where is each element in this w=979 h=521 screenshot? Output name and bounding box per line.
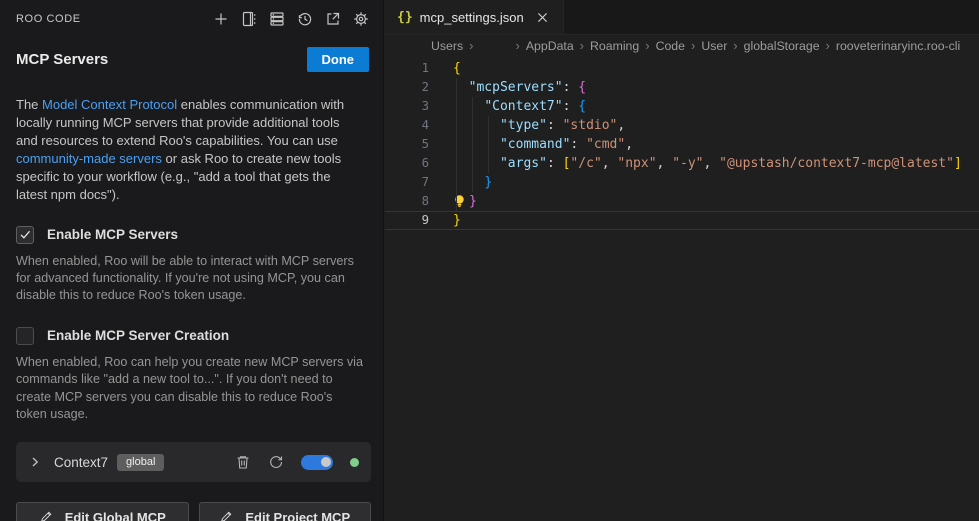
line-number: 2: [385, 78, 429, 97]
edit-global-mcp-label: Edit Global MCP: [65, 510, 166, 521]
json-file-icon: {}: [397, 10, 413, 25]
title-row: MCP Servers Done: [0, 27, 383, 72]
breadcrumb-item[interactable]: Users: [431, 39, 463, 53]
enable-mcp-server-creation-description: When enabled, Roo can help you create ne…: [16, 354, 363, 424]
code-line[interactable]: 9}: [385, 211, 979, 230]
breadcrumb-item[interactable]: User: [701, 39, 727, 53]
server-stack-icon[interactable]: [268, 10, 285, 27]
gear-icon[interactable]: [352, 10, 369, 27]
page-title: MCP Servers: [16, 51, 108, 68]
code-line[interactable]: 6 "args": ["/c", "npx", "-y", "@upstash/…: [385, 154, 979, 173]
brand-label: ROO CODE: [16, 13, 81, 25]
line-content: "type": "stdio",: [429, 116, 625, 135]
indent-guide: [456, 78, 457, 211]
code-lines: 1{2 "mcpServers": {3 "Context7": {4 "typ…: [385, 59, 979, 230]
line-number: 7: [385, 173, 429, 192]
edit-project-mcp-button[interactable]: Edit Project MCP: [199, 502, 372, 521]
tab-mcp-settings-json[interactable]: {} mcp_settings.json: [385, 0, 564, 34]
code-editor[interactable]: 1{2 "mcpServers": {3 "Context7": {4 "typ…: [385, 56, 979, 230]
line-number: 8: [385, 192, 429, 211]
community-made-servers-link[interactable]: community-made servers: [16, 151, 162, 166]
breadcrumb-separator: ›: [645, 38, 649, 53]
enable-mcp-servers-label: Enable MCP Servers: [47, 227, 178, 242]
app-window: ROO CODE MCP Servers Done: [0, 0, 979, 521]
footer-buttons: Edit Global MCP Edit Project MCP: [16, 502, 371, 521]
scope-badge: global: [117, 454, 164, 471]
line-number: 4: [385, 116, 429, 135]
line-content: {: [429, 59, 461, 78]
notebook-icon[interactable]: [240, 10, 257, 27]
enable-mcp-server-creation-section: Enable MCP Server Creation When enabled,…: [0, 305, 383, 424]
trash-icon[interactable]: [235, 454, 251, 470]
status-dot: [350, 458, 359, 467]
intro-text: The: [16, 97, 42, 112]
open-external-icon[interactable]: [324, 10, 341, 27]
enable-mcp-servers-description: When enabled, Roo will be able to intera…: [16, 253, 363, 305]
line-content: "Context7": {: [429, 97, 586, 116]
line-content: }: [429, 173, 492, 192]
breadcrumb-separator: ›: [469, 38, 473, 53]
code-line[interactable]: 1{: [385, 59, 979, 78]
chevron-right-icon[interactable]: [28, 455, 42, 469]
tab-bar: {} mcp_settings.json: [385, 0, 979, 35]
edit-project-mcp-label: Edit Project MCP: [245, 510, 350, 521]
check-icon: [19, 228, 32, 241]
mcp-server-row[interactable]: Context7 global: [16, 442, 371, 482]
indent-guide: [488, 116, 489, 173]
breadcrumb-separator: ›: [826, 38, 830, 53]
breadcrumb-separator: ›: [733, 38, 737, 53]
breadcrumb-item[interactable]: AppData: [526, 39, 574, 53]
breadcrumb-separator: ›: [691, 38, 695, 53]
model-context-protocol-link[interactable]: Model Context Protocol: [42, 97, 177, 112]
history-icon[interactable]: [296, 10, 313, 27]
breadcrumb: Users › › AppData › Roaming › Code › User › globalS…: [385, 35, 979, 56]
breadcrumb-item[interactable]: globalStorage: [744, 39, 820, 53]
intro-paragraph: The Model Context Protocol enables commu…: [0, 72, 383, 204]
breadcrumb-separator: ›: [515, 38, 519, 53]
server-enabled-toggle[interactable]: [301, 455, 333, 470]
enable-mcp-server-creation-checkbox[interactable]: [16, 327, 34, 345]
done-button[interactable]: Done: [307, 47, 370, 72]
code-line[interactable]: 7 }: [385, 173, 979, 192]
toggle-knob: [321, 457, 331, 467]
line-content: "mcpServers": {: [429, 78, 586, 97]
line-number: 9: [385, 212, 429, 229]
line-content: "command": "cmd",: [429, 135, 633, 154]
enable-mcp-servers-checkbox[interactable]: [16, 226, 34, 244]
line-content: "args": ["/c", "npx", "-y", "@upstash/co…: [429, 154, 962, 173]
code-line[interactable]: 8}: [385, 192, 979, 211]
breadcrumb-item[interactable]: rooveterinaryinc.roo-cli: [836, 39, 960, 53]
edit-global-mcp-button[interactable]: Edit Global MCP: [16, 502, 189, 521]
editor-group: {} mcp_settings.json Users › › AppData › Roam…: [385, 0, 979, 521]
enable-mcp-servers-section: Enable MCP Servers When enabled, Roo wil…: [0, 204, 383, 305]
breadcrumb-item[interactable]: Code: [656, 39, 685, 53]
line-number: 3: [385, 97, 429, 116]
code-line[interactable]: 4 "type": "stdio",: [385, 116, 979, 135]
enable-mcp-server-creation-label: Enable MCP Server Creation: [47, 328, 229, 343]
code-line[interactable]: 2 "mcpServers": {: [385, 78, 979, 97]
line-number: 6: [385, 154, 429, 173]
server-name: Context7: [54, 455, 108, 470]
close-icon[interactable]: [535, 9, 551, 25]
breadcrumb-separator: ›: [580, 38, 584, 53]
pencil-icon: [219, 510, 233, 521]
line-number: 1: [385, 59, 429, 78]
plus-icon[interactable]: [212, 10, 229, 27]
line-content: }: [429, 192, 477, 211]
indent-guide: [472, 97, 473, 192]
tab-filename: mcp_settings.json: [420, 10, 524, 25]
panel-header: ROO CODE: [0, 0, 383, 27]
line-content: }: [429, 212, 461, 229]
line-number: 5: [385, 135, 429, 154]
header-icons: [212, 10, 369, 27]
code-line[interactable]: 5 "command": "cmd",: [385, 135, 979, 154]
restart-icon[interactable]: [268, 454, 284, 470]
code-line[interactable]: 3 "Context7": {: [385, 97, 979, 116]
breadcrumb-item[interactable]: Roaming: [590, 39, 639, 53]
roo-code-panel: ROO CODE MCP Servers Done: [0, 0, 384, 521]
pencil-icon: [39, 510, 53, 521]
